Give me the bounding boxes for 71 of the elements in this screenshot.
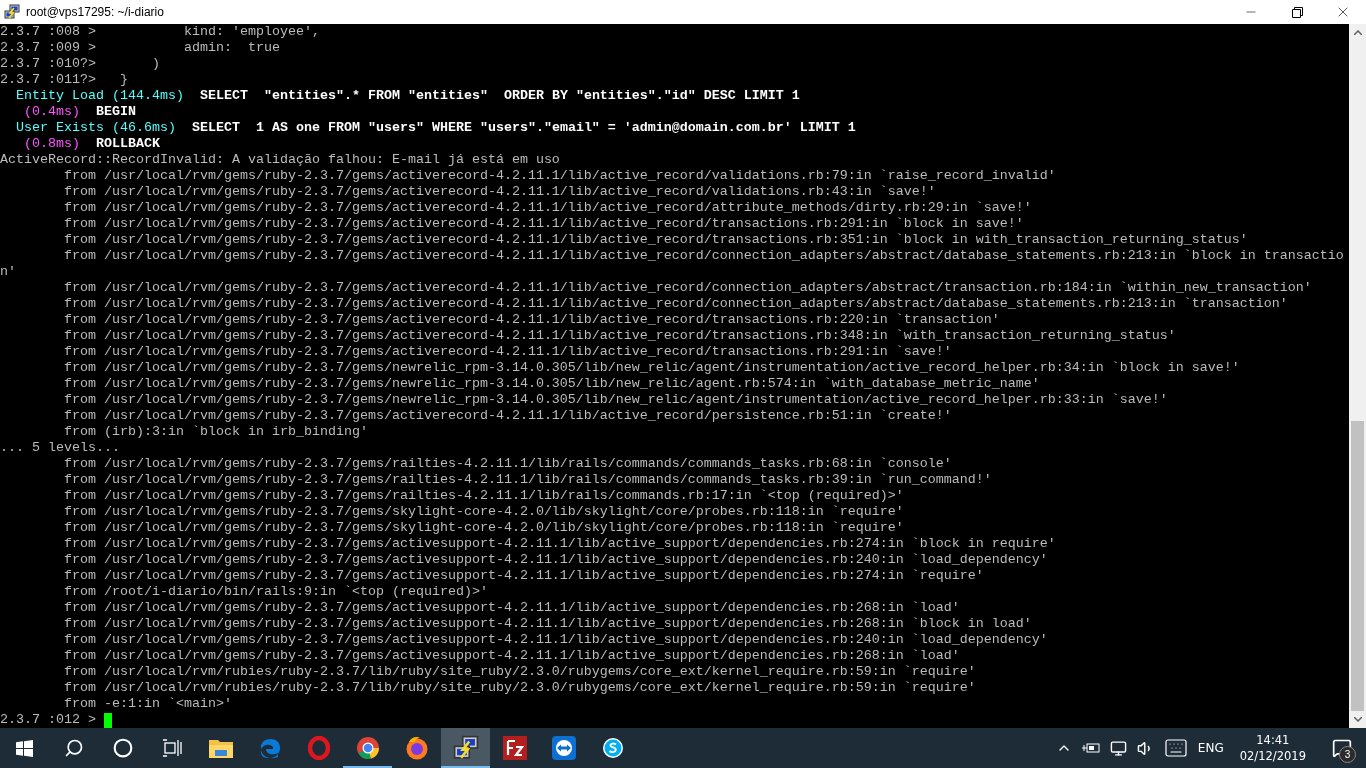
terminal-line: from /usr/local/rvm/gems/ruby-2.3.7/gems/railties-4.2.11.1/lib/rails/commands/commands_tasks.rb:68:in `console': [63, 456, 952, 472]
filezilla-icon: [502, 736, 527, 760]
power-plug-icon[interactable]: [1081, 742, 1100, 754]
chrome-icon: [355, 736, 380, 760]
circle-icon: [112, 738, 133, 758]
terminal-line: from /usr/local/rvm/gems/ruby-2.3.7/gems/activerecord-4.2.11.1/lib/active_record/transactions.rb:220:in `transaction': [63, 312, 1000, 328]
terminal-line: from /usr/local/rvm/gems/ruby-2.3.7/gems/activerecord-4.2.11.1/lib/active_record/transactions.rb:351:in `block in with_transaction_returning_status': [63, 232, 1248, 248]
terminal-line: from (irb):3:in `block in irb_binding': [63, 424, 368, 440]
folder-icon: [208, 738, 233, 758]
notifications-button[interactable]: 3: [1322, 728, 1362, 768]
terminal-line: ActiveRecord::RecordInvalid: A validação falhou: E-mail já está em uso: [0, 152, 560, 168]
terminal-line: 2.3.7 :009 > admin: true: [0, 40, 280, 56]
terminal-line: ... 5 levels...: [0, 440, 120, 456]
terminal-line: from /usr/local/rvm/gems/ruby-2.3.7/gems/activesupport-4.2.11.1/lib/active_support/dependencies.rb:274:in `require': [63, 568, 984, 584]
terminal-line: User Exists (46.6ms) SELECT 1 AS one FROM "users" WHERE "users"."email" = 'admin@domain.com.br' LIMIT 1: [15, 120, 856, 136]
restore-icon: [1291, 6, 1303, 18]
terminal-line: from /usr/local/rvm/gems/ruby-2.3.7/gems/skylight-core-4.2.0/lib/skylight/core/probes.rb:118:in `require': [63, 504, 904, 520]
terminal-line: from /usr/local/rvm/gems/ruby-2.3.7/gems/skylight-core-4.2.0/lib/skylight/core/probes.rb:118:in `require': [63, 520, 904, 536]
terminal-line: from /usr/local/rvm/gems/ruby-2.3.7/gems/newrelic_rpm-3.14.0.305/lib/new_relic/agent.rb:574:in `with_database_metric_name': [63, 376, 1040, 392]
terminal-line: from /usr/local/rvm/gems/ruby-2.3.7/gems/activesupport-4.2.11.1/lib/active_support/dependencies.rb:268:in `block in load': [63, 616, 1032, 632]
skype-icon: [600, 736, 625, 760]
windows-icon: [16, 739, 33, 757]
language-indicator[interactable]: ENG: [1197, 741, 1224, 755]
terminal-line: 2.3.7 :010?> ): [0, 56, 160, 72]
terminal-line: from /usr/local/rvm/gems/ruby-2.3.7/gems/newrelic_rpm-3.14.0.305/lib/new_relic/agent/instrumentation/active_record_helper.rb:34:in `block in save!': [63, 360, 1240, 376]
terminal-line: from /usr/local/rvm/gems/ruby-2.3.7/gems/activerecord-4.2.11.1/lib/active_record/validations.rb:43:in `save!': [63, 184, 936, 200]
terminal-line: from /usr/local/rvm/gems/ruby-2.3.7/gems/activesupport-4.2.11.1/lib/active_support/dependencies.rb:268:in `load': [63, 648, 960, 664]
terminal-line: from /usr/local/rvm/gems/ruby-2.3.7/gems/activerecord-4.2.11.1/lib/active_record/transactions.rb:291:in `save!': [63, 344, 952, 360]
terminal-line: from /usr/local/rvm/gems/ruby-2.3.7/gems/activerecord-4.2.11.1/lib/active_record/connection_adapters/abstract/database_statements.rb:213:in `block in transactio: [63, 248, 1344, 264]
terminal-line: from /usr/local/rvm/gems/ruby-2.3.7/gems/activerecord-4.2.11.1/lib/active_record/attribute_methods/dirty.rb:29:in `save!': [63, 200, 1032, 216]
keyboard-icon[interactable]: [1163, 736, 1188, 760]
terminal-line: from /usr/local/rvm/gems/ruby-2.3.7/gems/activesupport-4.2.11.1/lib/active_support/dependencies.rb:240:in `load_dependency': [63, 632, 1048, 648]
edge-icon: [258, 737, 281, 759]
terminal-line: (0.4ms) BEGIN: [23, 104, 136, 120]
search-icon: [63, 738, 84, 758]
task-view-icon: [161, 739, 182, 757]
message-icon: [1332, 738, 1352, 758]
terminal-line: from /usr/local/rvm/gems/ruby-2.3.7/gems/railties-4.2.11.1/lib/rails/commands.rb:17:in `<top (required)>': [63, 488, 904, 504]
scrollbar-thumb[interactable]: [1351, 421, 1364, 711]
taskbar-button[interactable]: [441, 728, 490, 768]
scrollbar[interactable]: [1349, 24, 1366, 728]
terminal-line: from /usr/local/rvm/gems/ruby-2.3.7/gems/railties-4.2.11.1/lib/rails/commands/commands_tasks.rb:39:in `run_command!': [63, 472, 992, 488]
window-title: root@vps17295: ~/i-diario: [26, 5, 165, 19]
terminal-line: from /usr/local/rvm/gems/ruby-2.3.7/gems/activerecord-4.2.11.1/lib/active_record/transactions.rb:291:in `block in save!': [63, 216, 1024, 232]
terminal-line: n': [0, 264, 16, 280]
terminal-line: Entity Load (144.4ms) SELECT "entities".* FROM "entities" ORDER BY "entities"."id" DESC LIMIT 1: [15, 88, 800, 104]
computers-icon: [4, 4, 20, 20]
terminal-line: (0.8ms) ROLLBACK: [23, 136, 160, 152]
terminal-line: from /usr/local/rvm/gems/ruby-2.3.7/gems/activerecord-4.2.11.1/lib/active_record/persistence.rb:51:in `create!': [63, 408, 952, 424]
terminal-line: from /root/i-diario/bin/rails:9:in `<top (required)>': [63, 584, 488, 600]
terminal-line: 2.3.7 :008 > kind: 'employee',: [0, 24, 320, 40]
terminal-line: from /usr/local/rvm/gems/ruby-2.3.7/gems/newrelic_rpm-3.14.0.305/lib/new_relic/agent/instrumentation/active_record_helper.rb:33:in `save!': [63, 392, 1168, 408]
terminal-line: from /usr/local/rvm/rubies/ruby-2.3.7/lib/ruby/site_ruby/2.3.0/rubygems/core_ext/kernel_require.rb:59:in `require': [63, 664, 976, 680]
network-icon[interactable]: [1109, 739, 1127, 757]
terminal-line: from /usr/local/rvm/gems/ruby-2.3.7/gems/activesupport-4.2.11.1/lib/active_support/dependencies.rb:240:in `load_dependency': [63, 552, 1048, 568]
teamviewer-icon: [551, 736, 576, 760]
computers-icon: [452, 735, 479, 761]
terminal-line: from /usr/local/rvm/gems/ruby-2.3.7/gems/activerecord-4.2.11.1/lib/active_record/connection_adapters/abstract/database_statements.rb:213:in `transaction': [63, 296, 1288, 312]
notification-count: 3: [1339, 746, 1356, 763]
terminal-line: from /usr/local/rvm/rubies/ruby-2.3.7/lib/ruby/site_ruby/2.3.0/rubygems/core_ext/kernel_require.rb:59:in `require': [63, 680, 976, 696]
terminal-line: from /usr/local/rvm/gems/ruby-2.3.7/gems/activerecord-4.2.11.1/lib/active_record/validations.rb:79:in `raise_record_invalid': [63, 168, 1056, 184]
terminal-line: from /usr/local/rvm/gems/ruby-2.3.7/gems/activerecord-4.2.11.1/lib/active_record/connection_adapters/abstract/transaction.rb:184:in `within_new_transaction': [63, 280, 1312, 296]
terminal-line: from /usr/local/rvm/gems/ruby-2.3.7/gems/activerecord-4.2.11.1/lib/active_record/transactions.rb:348:in `with_transaction_returning_status': [63, 328, 1176, 344]
terminal-line: from /usr/local/rvm/gems/ruby-2.3.7/gems/activesupport-4.2.11.1/lib/active_support/dependencies.rb:274:in `block in require': [63, 536, 1056, 552]
terminal-line: from /usr/local/rvm/gems/ruby-2.3.7/gems/activesupport-4.2.11.1/lib/active_support/dependencies.rb:268:in `load': [63, 600, 960, 616]
terminal-line: 2.3.7 :011?> }: [0, 72, 128, 88]
terminal-line: from -e:1:in `<main>': [63, 696, 232, 712]
opera-icon: [307, 736, 330, 760]
firefox-icon: [404, 736, 429, 760]
terminal-line: 2.3.7 :012 >: [0, 712, 97, 728]
clock[interactable]: 14:41 02/12/2019: [1233, 732, 1312, 764]
